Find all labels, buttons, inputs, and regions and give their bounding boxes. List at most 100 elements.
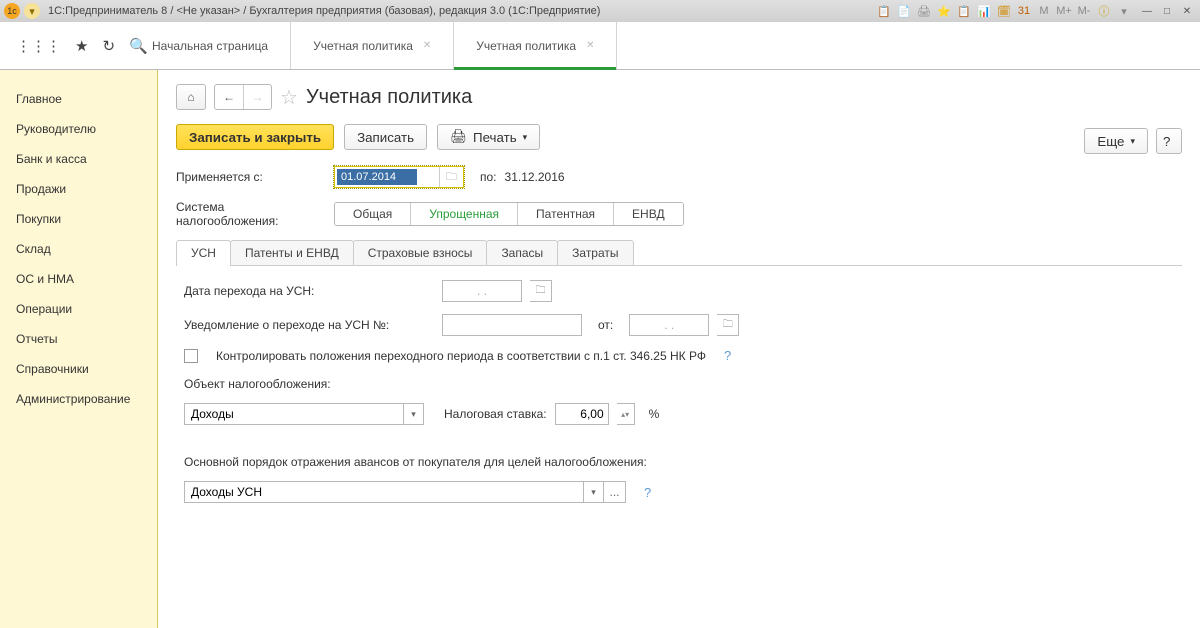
tax-option-simplified[interactable]: Упрощенная <box>411 203 518 225</box>
tool-icon[interactable]: 📄 <box>896 3 912 19</box>
tool-icon[interactable]: M <box>1036 3 1052 19</box>
stepper-icon[interactable]: ▴▾ <box>617 403 635 425</box>
print-button[interactable]: 🖨 Печать ▾ <box>437 124 540 150</box>
favorite-star-icon[interactable]: ☆ <box>280 85 298 110</box>
dropdown-icon[interactable]: ▾ <box>404 403 424 425</box>
save-and-close-button[interactable]: Записать и закрыть <box>176 124 334 150</box>
applies-from-field[interactable] <box>337 169 417 185</box>
help-link[interactable]: ? <box>644 485 651 500</box>
advance-order-input[interactable] <box>184 481 584 503</box>
tax-system-selector: Общая Упрощенная Патентная ЕНВД <box>334 202 684 226</box>
info-icon[interactable]: ⓘ <box>1096 3 1112 19</box>
sub-tab-insurance[interactable]: Страховые взносы <box>353 240 488 265</box>
tool-icon[interactable]: 📋 <box>956 3 972 19</box>
tool-icon[interactable]: 🖨 <box>916 3 932 19</box>
control-checkbox-label: Контролировать положения переходного пер… <box>216 349 706 363</box>
notice-date-input[interactable] <box>629 314 709 336</box>
notice-label: Уведомление о переходе на УСН №: <box>184 318 434 332</box>
tax-rate-input[interactable] <box>555 403 609 425</box>
applies-from-label: Применяется с: <box>176 170 326 184</box>
dropdown-icon[interactable]: ▾ <box>584 481 604 503</box>
main-area: Главное Руководителю Банк и касса Продаж… <box>0 70 1200 628</box>
sidebar-item-operations[interactable]: Операции <box>0 294 157 324</box>
tax-object-combo[interactable]: ▾ <box>184 403 424 425</box>
tax-option-patent[interactable]: Патентная <box>518 203 614 225</box>
nav-back-forward: ← → <box>214 84 272 110</box>
tool-icon[interactable]: ⭐ <box>936 3 952 19</box>
sub-tab-patents[interactable]: Патенты и ЕНВД <box>230 240 354 265</box>
rate-label: Налоговая ставка: <box>444 407 547 421</box>
to-label: по: <box>480 170 497 184</box>
sidebar-item-admin[interactable]: Администрирование <box>0 384 157 414</box>
advance-order-combo[interactable]: ▾ ... <box>184 481 626 503</box>
help-button[interactable]: ? <box>1156 128 1182 154</box>
back-button[interactable]: ← <box>215 85 243 109</box>
notice-number-input[interactable] <box>442 314 582 336</box>
tax-option-general[interactable]: Общая <box>335 203 411 225</box>
tool-dropdown-icon[interactable]: ▾ <box>1116 3 1132 19</box>
sidebar-item-manager[interactable]: Руководителю <box>0 114 157 144</box>
sidebar-item-bank[interactable]: Банк и касса <box>0 144 157 174</box>
object-label-row: Объект налогообложения: <box>184 377 1182 391</box>
sidebar-item-main[interactable]: Главное <box>0 84 157 114</box>
advance-label: Основной порядок отражения авансов от по… <box>184 455 647 469</box>
document-tabs: Начальная страница Учетная политика ✕ Уч… <box>130 22 617 69</box>
dropdown-icon: ▾ <box>1130 136 1135 147</box>
transition-date-input[interactable] <box>442 280 522 302</box>
tax-system-row: Система налогообложения: Общая Упрощенна… <box>176 200 1182 228</box>
sidebar-item-assets[interactable]: ОС и НМА <box>0 264 157 294</box>
sub-tab-stock[interactable]: Запасы <box>486 240 558 265</box>
tool-icon[interactable]: 🗓 <box>996 3 1012 19</box>
calendar-icon[interactable]: 🗀 <box>530 280 552 302</box>
tab-close-icon[interactable]: ✕ <box>423 40 431 51</box>
object-label: Объект налогообложения: <box>184 377 331 391</box>
sidebar-item-sales[interactable]: Продажи <box>0 174 157 204</box>
action-bar-right: Еще ▾ ? <box>1084 128 1182 154</box>
tab-accounting-policy-2[interactable]: Учетная политика ✕ <box>454 22 617 69</box>
tab-label: Начальная страница <box>152 39 268 53</box>
print-label: Печать <box>473 130 517 145</box>
dropdown-icon: ▾ <box>523 132 528 143</box>
close-button[interactable]: ✕ <box>1178 4 1196 18</box>
advance-value-row: ▾ ... ? <box>184 481 1182 503</box>
calendar-icon[interactable]: 🗀 <box>439 167 463 187</box>
transition-date-row: Дата перехода на УСН: 🗀 <box>184 280 1182 302</box>
tab-start-page[interactable]: Начальная страница <box>130 22 291 69</box>
sub-tab-costs[interactable]: Затраты <box>557 240 633 265</box>
sidebar-item-purchases[interactable]: Покупки <box>0 204 157 234</box>
sidebar-item-catalogs[interactable]: Справочники <box>0 354 157 384</box>
sub-tab-bar: УСН Патенты и ЕНВД Страховые взносы Запа… <box>176 240 1182 266</box>
title-bar: 1c ▾ 1С:Предприниматель 8 / <Не указан> … <box>0 0 1200 22</box>
save-button[interactable]: Записать <box>344 124 427 150</box>
tab-accounting-policy-1[interactable]: Учетная политика ✕ <box>291 22 454 69</box>
tool-icon[interactable]: 📊 <box>976 3 992 19</box>
tool-icon[interactable]: M- <box>1076 3 1092 19</box>
favorite-icon[interactable]: ★ <box>75 37 88 55</box>
transition-date-label: Дата перехода на УСН: <box>184 284 434 298</box>
minimize-button[interactable]: — <box>1138 4 1156 18</box>
more-button[interactable]: Еще ▾ <box>1084 128 1148 154</box>
applies-from-input[interactable]: 🗀 <box>334 166 464 188</box>
tax-option-envd[interactable]: ЕНВД <box>614 203 683 225</box>
maximize-button[interactable]: □ <box>1158 4 1176 18</box>
app-menu-dropdown[interactable]: ▾ <box>24 3 40 19</box>
tool-icon[interactable]: 📋 <box>876 3 892 19</box>
history-icon[interactable]: ↻ <box>102 37 115 55</box>
tool-icon[interactable]: M+ <box>1056 3 1072 19</box>
sidebar-item-reports[interactable]: Отчеты <box>0 324 157 354</box>
apps-icon[interactable]: ⋮⋮⋮ <box>16 37 61 55</box>
tab-close-icon[interactable]: ✕ <box>586 40 594 51</box>
tax-object-input[interactable] <box>184 403 404 425</box>
percent-label: % <box>649 407 660 421</box>
forward-button[interactable]: → <box>243 85 271 109</box>
help-link[interactable]: ? <box>724 348 731 363</box>
home-button[interactable]: ⌂ <box>176 84 206 110</box>
sub-tab-usn[interactable]: УСН <box>176 240 231 265</box>
advance-label-row: Основной порядок отражения авансов от по… <box>184 455 1182 469</box>
lookup-button[interactable]: ... <box>604 481 626 503</box>
window-controls: — □ ✕ <box>1138 4 1196 18</box>
calendar-icon[interactable]: 🗀 <box>717 314 739 336</box>
tool-icon[interactable]: 31 <box>1016 3 1032 19</box>
sidebar-item-stock[interactable]: Склад <box>0 234 157 264</box>
control-checkbox[interactable] <box>184 349 198 363</box>
